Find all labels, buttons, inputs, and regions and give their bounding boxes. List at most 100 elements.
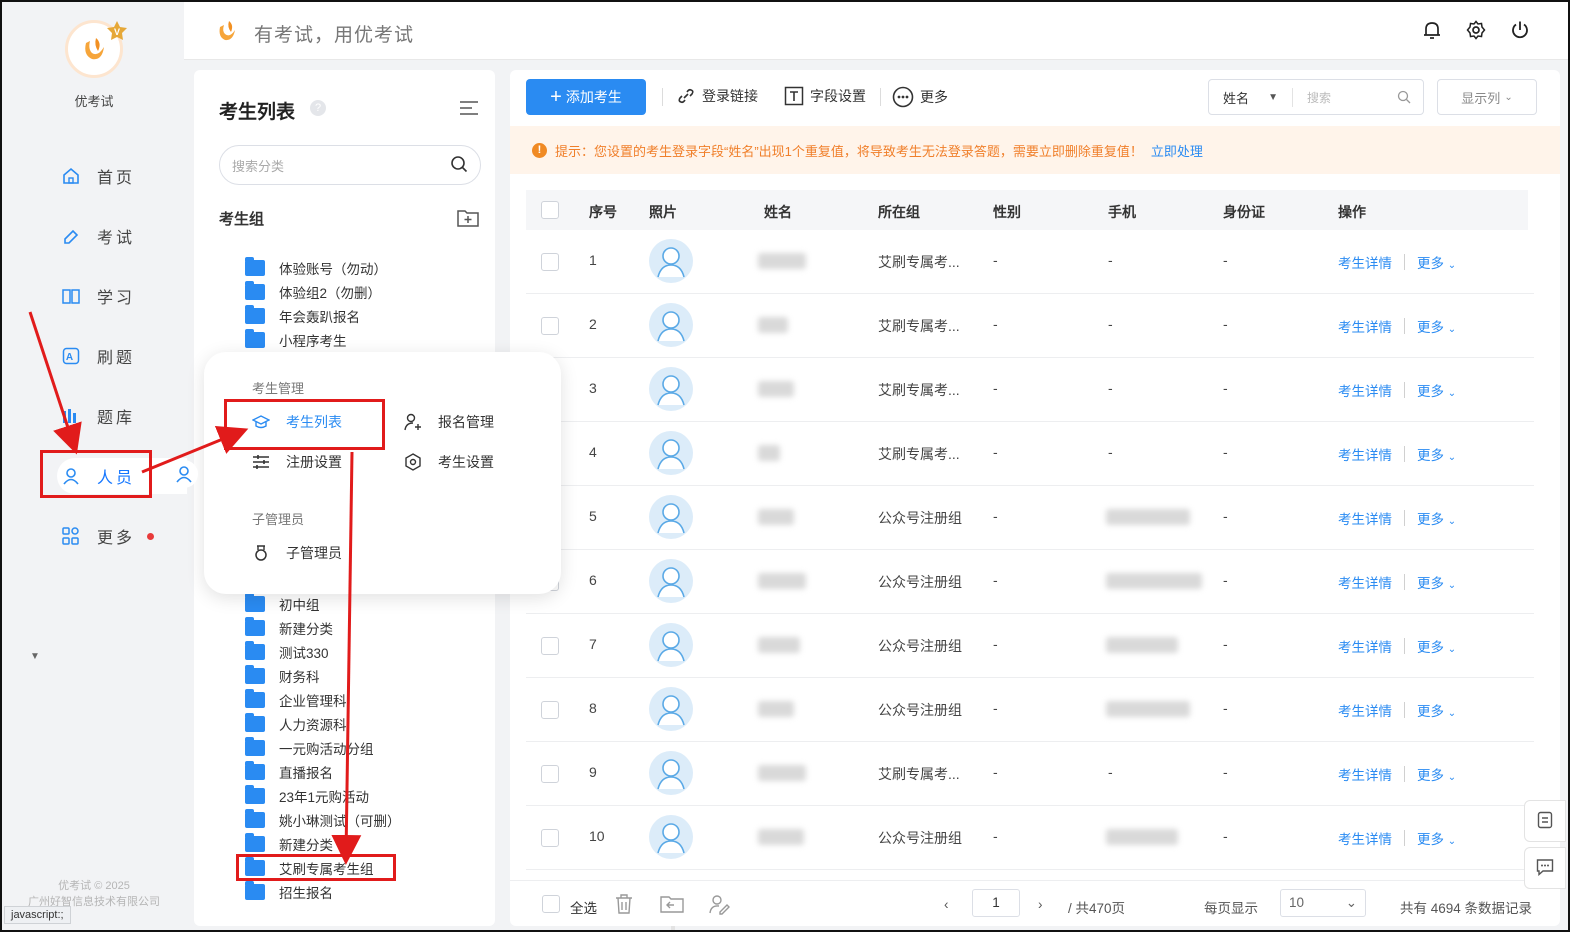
page-input[interactable]: 1 [972,889,1020,917]
tree-item[interactable]: 体验组2（勿删） [245,281,381,303]
menu-student-settings-label: 考生设置 [438,454,494,470]
panel-title: 考生列表 [219,102,296,123]
row-checkbox[interactable] [541,253,559,271]
detail-link[interactable]: 考生详情 [1338,764,1392,784]
detail-link[interactable]: 考生详情 [1338,444,1392,464]
help-icon[interactable]: ? [310,100,326,116]
chat-float-button[interactable] [1524,847,1566,889]
edit-user-icon[interactable] [708,893,730,915]
tree-item[interactable]: 艾刷专属考生组 [245,857,374,879]
cell-id: - [1223,316,1228,332]
tree-item[interactable]: 新建分类 [245,833,333,855]
tree-item[interactable]: 小程序考生 [245,329,347,351]
avatar-icon [649,303,693,347]
trash-icon[interactable] [614,893,634,915]
name-redacted [758,509,794,525]
tree-item[interactable]: 企业管理科 [245,689,347,711]
more-dropdown[interactable]: 更多 ⌄ [1417,636,1456,656]
tree-item[interactable]: 人力资源科 [245,713,347,735]
table-row: 8 公众号注册组 - - 考生详情 更多 ⌄ [526,678,1534,742]
chat-icon [1536,858,1554,879]
nav-practice[interactable]: A 刷题 [57,338,177,374]
field-settings-button[interactable]: 字段设置 [784,86,866,106]
menu-register-settings[interactable]: 注册设置 [252,452,342,472]
select-all-checkbox[interactable] [542,895,560,913]
add-folder-icon[interactable] [457,209,479,230]
tree-item[interactable]: 体验账号（勿动） [245,257,387,279]
menu-student-settings[interactable]: 考生设置 [404,452,494,472]
login-link-button[interactable]: 登录链接 [676,86,758,106]
bell-icon[interactable] [1422,20,1442,40]
row-checkbox[interactable] [541,765,559,783]
detail-link[interactable]: 考生详情 [1338,700,1392,720]
document-float-button[interactable] [1524,800,1566,842]
more-dropdown[interactable]: 更多 ⌄ [1417,444,1456,464]
tree-item[interactable]: 测试330 [245,641,329,663]
tree-item[interactable]: 直播报名 [245,761,333,783]
category-search-placeholder: 搜索分类 [232,158,285,174]
detail-link[interactable]: 考生详情 [1338,828,1392,848]
power-icon[interactable] [1510,20,1530,40]
tree-item[interactable]: 姚小琳测试（可删） [245,809,401,831]
move-folder-icon[interactable] [660,895,684,913]
nav-question-bank[interactable]: 题库 [57,398,177,434]
cell-group: 公众号注册组 [878,574,962,590]
tree-item[interactable]: 年会轰趴报名 [245,305,360,327]
collapse-menu-icon[interactable] [459,100,479,119]
display-columns-label: 显示列 [1461,90,1501,106]
tree-item[interactable]: 一元购活动分组 [245,737,374,759]
warning-icon: ! [532,142,547,158]
more-button[interactable]: 更多 [892,86,948,108]
menu-sub-admin[interactable]: 子管理员 [252,543,342,563]
more-dropdown[interactable]: 更多 ⌄ [1417,380,1456,400]
add-student-label: 添加考生 [565,89,622,105]
tree-item[interactable]: 招生报名 [245,881,333,903]
nav-study[interactable]: 学习 [57,278,177,314]
detail-link[interactable]: 考生详情 [1338,508,1392,528]
filter-field-select[interactable]: 姓名 ▼ [1209,87,1293,107]
nav-home[interactable]: 首页 [57,158,177,194]
category-search-input[interactable]: 搜索分类 [219,145,481,185]
more-dropdown[interactable]: 更多 ⌄ [1417,316,1456,336]
add-student-button[interactable]: + 添加考生 [526,79,646,115]
document-icon [1537,811,1553,832]
more-dropdown[interactable]: 更多 ⌄ [1417,828,1456,848]
nav-more[interactable]: 更多 [57,518,177,554]
search-icon[interactable] [1397,90,1423,104]
row-checkbox[interactable] [541,829,559,847]
next-page-icon[interactable]: › [1038,897,1043,912]
cell-no: 9 [589,764,597,780]
more-dropdown[interactable]: 更多 ⌄ [1417,252,1456,272]
nav-practice-label: 刷题 [97,350,136,367]
row-checkbox[interactable] [541,317,559,335]
name-redacted [758,381,794,397]
menu-student-list[interactable]: 考生列表 [252,412,342,432]
tree-item[interactable]: 新建分类 [245,617,333,639]
gear-icon[interactable] [1466,20,1486,40]
nav-people[interactable]: 人员 [57,458,187,494]
prev-page-icon[interactable]: ‹ [944,897,949,912]
menu-signup-management[interactable]: 报名管理 [404,412,494,432]
tree-item[interactable]: 初中组 [245,593,320,615]
display-columns-button[interactable]: 显示列 ⌄ [1437,79,1537,115]
row-checkbox[interactable] [541,701,559,719]
tree-item[interactable]: 23年1元购活动 [245,785,369,807]
more-dropdown[interactable]: 更多 ⌄ [1417,764,1456,784]
page-size-select[interactable]: 10 ⌄ [1280,889,1366,917]
row-actions: 考生详情 更多 ⌄ [1338,828,1456,848]
select-all-checkbox-header[interactable] [541,201,559,219]
notice-link[interactable]: 立即处理 [1151,141,1203,160]
search-input[interactable]: 搜索 [1293,89,1397,106]
more-dropdown[interactable]: 更多 ⌄ [1417,572,1456,592]
row-checkbox[interactable] [541,637,559,655]
more-dropdown[interactable]: 更多 ⌄ [1417,508,1456,528]
tree-item[interactable]: 财务科 [245,665,320,687]
detail-link[interactable]: 考生详情 [1338,252,1392,272]
caret-down-icon[interactable]: ▼ [30,651,40,662]
detail-link[interactable]: 考生详情 [1338,636,1392,656]
detail-link[interactable]: 考生详情 [1338,380,1392,400]
more-dropdown[interactable]: 更多 ⌄ [1417,700,1456,720]
detail-link[interactable]: 考生详情 [1338,316,1392,336]
detail-link[interactable]: 考生详情 [1338,572,1392,592]
nav-exam[interactable]: 考试 [57,218,177,254]
